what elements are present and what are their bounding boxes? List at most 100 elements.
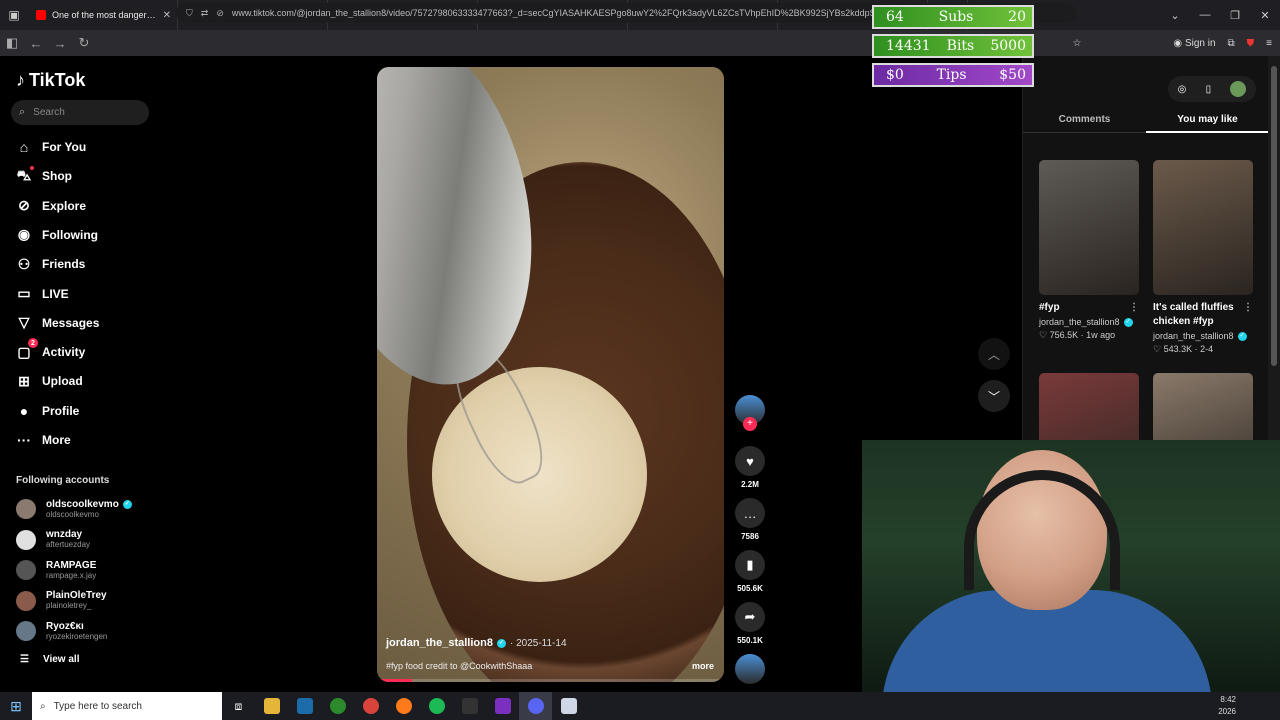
chevron-down-icon: ﹀	[987, 389, 1000, 404]
video-progress-bar[interactable]	[377, 679, 724, 682]
sound-avatar[interactable]	[735, 654, 765, 684]
xbox-icon[interactable]	[321, 692, 354, 720]
following-accounts-title: Following accounts	[16, 475, 110, 486]
clock-date: 2026	[1218, 707, 1236, 716]
sidebar-item-explore[interactable]: ⊘ Explore	[14, 196, 86, 216]
sidebar-item-following[interactable]: ◉ Following	[14, 225, 98, 245]
restore-button[interactable]: ❐	[1220, 9, 1250, 22]
browser-icon[interactable]	[519, 692, 552, 720]
site-settings-icon[interactable]: ⇄	[201, 8, 209, 19]
taskbar-search-input[interactable]: ⌕ Type here to search	[32, 692, 222, 720]
following-account[interactable]: wnzday aftertuezday	[16, 527, 90, 553]
more-options-icon[interactable]: ⋮	[1129, 301, 1139, 315]
device-icon[interactable]: ▯	[1206, 84, 1212, 95]
sidebar-item-messages[interactable]: ▽ Messages	[14, 313, 100, 333]
following-account[interactable]: Ryoz€ĸı ryozekiroetengen	[16, 618, 107, 644]
minimize-button[interactable]: —	[1190, 9, 1220, 21]
sidebar-item-live[interactable]: ▭ LIVE	[14, 284, 68, 304]
next-video-button[interactable]: ﹀	[978, 380, 1010, 412]
bits-goal-row: 14431 Bits 5000	[872, 34, 1034, 58]
account-icon[interactable]: ◉ Sign in	[1173, 38, 1215, 49]
video-author[interactable]: jordan_the_stallion8 ✓ · 2025-11-14	[386, 637, 567, 649]
bits-goal: 5000	[990, 38, 1026, 54]
tab-actions-icon[interactable]: ▣	[0, 0, 28, 30]
extensions-icon[interactable]: ⧉	[1228, 38, 1235, 49]
firefox-icon[interactable]	[387, 692, 420, 720]
url-text[interactable]: www.tiktok.com/@jordan_the_stallion8/vid…	[232, 8, 887, 18]
shield-extension-icon[interactable]: ⛊	[1247, 38, 1255, 49]
video-player[interactable]: jordan_the_stallion8 ✓ · 2025-11-14 #fyp…	[377, 67, 724, 682]
windows-start-icon[interactable]: ⊞	[0, 698, 32, 715]
tab-search-icon[interactable]: ⌄	[1160, 9, 1190, 22]
following-account[interactable]: RAMPAGE rampage.x.jay	[16, 557, 96, 583]
sign-in-link[interactable]: Sign in	[1185, 38, 1216, 49]
sidebar-item-shop[interactable]: ⛍ Shop	[14, 166, 72, 186]
card-age: 2-4	[1200, 344, 1214, 354]
heart-icon[interactable]: ♥	[735, 446, 765, 476]
forward-button[interactable]: →	[48, 36, 72, 51]
video-author-name[interactable]: jordan_the_stallion8	[386, 637, 493, 649]
tiktok-note-icon: ♪	[16, 70, 25, 90]
spotify-icon[interactable]	[420, 692, 453, 720]
recommended-video-card[interactable]: #fyp ⋮ jordan_the_stallion8 ✓ ♡ 756.5K · 1…	[1039, 160, 1139, 341]
sidebar-toggle-icon[interactable]: ◧	[0, 35, 24, 51]
favorite-star-icon[interactable]: ☆	[1072, 38, 1081, 49]
avatar[interactable]	[16, 529, 36, 550]
sidebar-item-for-you[interactable]: ⌂ For You	[14, 137, 86, 157]
video-thumbnail[interactable]	[1039, 160, 1139, 295]
file-explorer-icon[interactable]	[255, 692, 288, 720]
task-view-icon[interactable]: ⧈	[222, 692, 255, 720]
view-all-link[interactable]: ☰ View all	[20, 654, 79, 665]
follow-plus-icon[interactable]: +	[743, 417, 757, 431]
chrome-icon[interactable]	[354, 692, 387, 720]
share-icon[interactable]: ➦	[735, 602, 765, 632]
bookmark-icon[interactable]: ▮	[735, 550, 765, 580]
recommended-video-card[interactable]: It's called fluffies chicken #fyp ⋮ jorda…	[1153, 160, 1253, 355]
avatar[interactable]	[16, 621, 36, 641]
menu-icon[interactable]: ≡	[1266, 38, 1272, 49]
video-thumbnail[interactable]	[1153, 160, 1253, 295]
tiktok-logo[interactable]: ♪ TikTok	[16, 70, 85, 91]
more-options-icon[interactable]: ⋮	[1243, 301, 1253, 315]
comment-action[interactable]: … 7586	[735, 498, 765, 541]
user-avatar[interactable]	[1230, 81, 1247, 97]
close-window-button[interactable]: ✕	[1250, 9, 1280, 22]
avatar[interactable]	[16, 590, 36, 611]
nzxt-icon[interactable]	[486, 692, 519, 720]
sidebar-item-more[interactable]: ··· More	[14, 430, 71, 450]
share-action[interactable]: ➦ 550.1K	[735, 602, 765, 645]
sound-avatar-button[interactable]	[735, 654, 765, 684]
author-avatar-button[interactable]: +	[735, 395, 765, 431]
terminal-icon[interactable]	[453, 692, 486, 720]
tab-you-may-like[interactable]: You may like	[1146, 114, 1269, 133]
avatar[interactable]	[16, 560, 36, 580]
avatar[interactable]	[16, 499, 36, 519]
following-account[interactable]: PlainOleTrey plainoletrey_	[16, 588, 107, 614]
sidebar-item-profile[interactable]: ● Profile	[14, 401, 80, 421]
search-input[interactable]: ⌕ Search	[11, 100, 149, 125]
sidebar-item-activity[interactable]: ▢ 2 Activity	[14, 338, 85, 362]
tracking-icon[interactable]: ⊘	[216, 8, 224, 19]
discover-icon[interactable]: ◎	[1178, 84, 1187, 95]
close-tab-icon[interactable]: ✕	[163, 10, 171, 21]
previous-video-button[interactable]: ︿	[978, 338, 1010, 370]
video-caption[interactable]: #fyp food credit to @CookwithShaaa	[386, 661, 532, 671]
upload-icon: ⊞	[18, 372, 30, 389]
sidebar-item-upload[interactable]: ⊞ Upload	[14, 371, 83, 391]
following-account[interactable]: oldscoolkevmo ✓ oldscoolkevmo	[16, 496, 132, 522]
tab-comments[interactable]: Comments	[1023, 114, 1146, 133]
right-panel-tabs: Comments You may like	[1023, 114, 1269, 133]
app-icon[interactable]	[552, 692, 585, 720]
save-action[interactable]: ▮ 505.6K	[735, 550, 765, 593]
taskbar-clock[interactable]: 8:42 2026	[1218, 694, 1236, 718]
caption-more-button[interactable]: more	[692, 661, 714, 671]
reload-button[interactable]: ↻	[72, 35, 96, 51]
shield-icon[interactable]: ⛉	[186, 8, 193, 19]
comment-icon[interactable]: …	[735, 498, 765, 528]
back-button[interactable]: ←	[24, 36, 48, 51]
like-action[interactable]: ♥ 2.2M	[735, 446, 765, 489]
scrollbar-thumb[interactable]	[1271, 66, 1277, 366]
browser-tab[interactable]: One of the most dangerous ani ✕	[28, 0, 178, 30]
sidebar-item-friends[interactable]: ⚇ Friends	[14, 254, 86, 274]
steam-icon[interactable]	[288, 692, 321, 720]
